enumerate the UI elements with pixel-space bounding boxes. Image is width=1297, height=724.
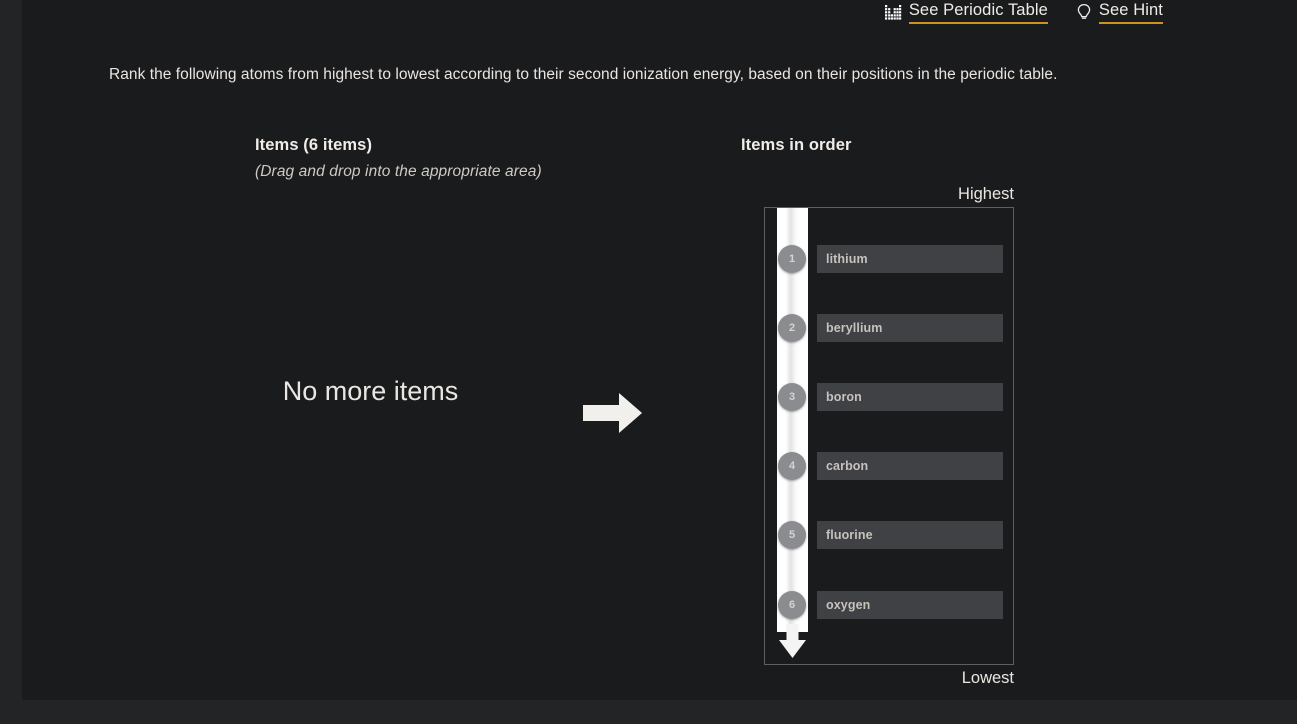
ranked-item[interactable]: boron	[817, 383, 1003, 411]
rank-badge: 6	[778, 591, 806, 619]
rank-badge: 4	[778, 452, 806, 480]
ranking-slot[interactable]: 4 carbon	[765, 452, 1015, 488]
ranking-slot[interactable]: 1 lithium	[765, 245, 1015, 281]
rank-badge: 2	[778, 314, 806, 342]
see-periodic-table-link[interactable]: See Periodic Table	[884, 1, 1048, 25]
page-root: See Periodic Table See Hint Rank the fol…	[0, 0, 1297, 724]
see-hint-link[interactable]: See Hint	[1076, 1, 1163, 25]
lightbulb-icon	[1076, 3, 1092, 23]
periodic-table-icon	[884, 5, 902, 21]
rank-badge: 3	[778, 383, 806, 411]
question-prompt: Rank the following atoms from highest to…	[109, 66, 1058, 83]
ranking-drop-zone[interactable]: 1 lithium 2 beryllium 3 boron 4 carbon 5	[764, 207, 1014, 665]
ranking-slot-list: 1 lithium 2 beryllium 3 boron 4 carbon 5	[765, 208, 1015, 666]
items-panel-instruction: (Drag and drop into the appropriate area…	[255, 163, 542, 180]
see-hint-label: See Hint	[1098, 1, 1163, 25]
content-card: See Periodic Table See Hint Rank the fol…	[22, 0, 1297, 700]
rank-badge: 1	[778, 245, 806, 273]
no-more-items-message: No more items	[282, 376, 459, 406]
see-periodic-table-label: See Periodic Table	[908, 1, 1048, 25]
rank-badge: 5	[778, 521, 806, 549]
lowest-label: Lowest	[961, 669, 1014, 687]
ranked-item[interactable]: fluorine	[817, 521, 1003, 549]
ranked-item[interactable]: lithium	[817, 245, 1003, 273]
items-panel-title: Items (6 items)	[255, 136, 373, 154]
ranked-item[interactable]: carbon	[817, 452, 1003, 480]
toolbar: See Periodic Table See Hint	[884, 0, 1163, 26]
ranked-item[interactable]: oxygen	[817, 591, 1003, 619]
items-panel-header: Items (6 items) (Drag and drop into the …	[255, 136, 675, 181]
ranking-slot[interactable]: 6 oxygen	[765, 591, 1015, 627]
ranked-item[interactable]: beryllium	[817, 314, 1003, 342]
right-arrow-icon	[583, 392, 643, 434]
ranking-slot[interactable]: 3 boron	[765, 383, 1015, 419]
highest-label: Highest	[958, 185, 1014, 203]
order-panel-title: Items in order	[741, 136, 852, 154]
ranking-slot[interactable]: 2 beryllium	[765, 314, 1015, 350]
ranking-slot[interactable]: 5 fluorine	[765, 521, 1015, 557]
